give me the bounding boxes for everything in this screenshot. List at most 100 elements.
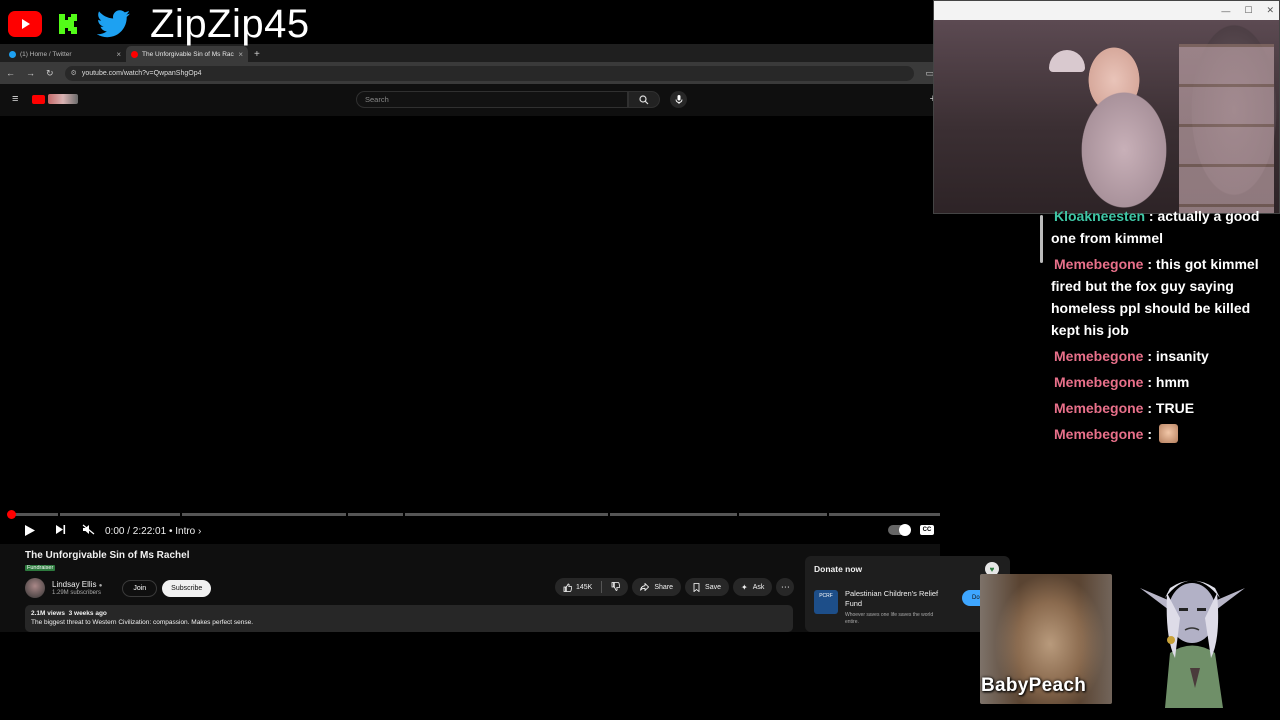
chat-message: Memebegone : hmm: [1051, 371, 1280, 393]
like-button[interactable]: 145K: [563, 583, 592, 592]
join-button[interactable]: Join: [122, 579, 158, 597]
cc-icon: CC: [920, 525, 934, 535]
channel-name[interactable]: Lindsay Ellis ●: [52, 580, 102, 589]
video-actions: 145K Share Save ✦ Ask ⋯: [555, 578, 795, 596]
progress-bar[interactable]: [7, 510, 940, 519]
timecode: 0:00 / 2:22:01: [105, 526, 167, 537]
webcam-feed: — ☐ ✕: [933, 0, 1280, 214]
tab-strip: (1) Home / Twitter × The Unforgivable Si…: [0, 44, 940, 62]
maximize-icon[interactable]: ☐: [1244, 5, 1252, 16]
charity-name[interactable]: Palestinian Children's Relief Fund: [845, 589, 957, 608]
save-button[interactable]: Save: [685, 578, 730, 596]
donate-title: Donate now: [814, 564, 863, 574]
chapter-divider: [737, 513, 739, 516]
tab-youtube[interactable]: The Unforgivable Sin of Ms Rac ×: [126, 46, 248, 62]
tab-twitter[interactable]: (1) Home / Twitter ×: [4, 46, 126, 62]
youtube-icon: [32, 94, 46, 104]
like-count: 145K: [576, 583, 593, 591]
dislike-button[interactable]: [611, 581, 621, 593]
pcrf-logo: PCRF: [814, 590, 838, 614]
subscribe-button[interactable]: Subscribe: [162, 579, 212, 597]
youtube-icon: [131, 50, 138, 58]
muted-speaker-icon: [82, 524, 95, 535]
share-button[interactable]: Share: [632, 578, 682, 596]
share-icon: [640, 583, 650, 591]
forward-icon[interactable]: →: [26, 68, 35, 78]
browser-window: (1) Home / Twitter × The Unforgivable Si…: [0, 44, 940, 632]
chat-scrollbar[interactable]: [1040, 215, 1043, 263]
chevron-right-icon[interactable]: ›: [198, 526, 201, 537]
more-options-button[interactable]: ⋯: [776, 578, 795, 596]
youtube-icon: [8, 11, 42, 37]
vtuber-elf-avatar: [1140, 580, 1245, 708]
close-icon[interactable]: ×: [116, 50, 121, 59]
chat-text: TRUE: [1155, 400, 1195, 416]
autoplay-toggle[interactable]: [888, 524, 911, 536]
youtube-logo[interactable]: [32, 94, 79, 104]
chat-message: Memebegone :: [1051, 423, 1280, 445]
chapter-divider: [58, 513, 60, 516]
like-dislike-group: 145K: [555, 578, 629, 596]
subscriber-count: 1.29M subscribers: [52, 590, 102, 596]
mute-button[interactable]: [82, 524, 95, 535]
chat-username: Kloakneesten: [1054, 208, 1146, 224]
microphone-button[interactable]: [670, 91, 687, 108]
next-button[interactable]: [55, 524, 66, 535]
thumbs-up-icon: [563, 583, 572, 592]
close-icon[interactable]: ✕: [1266, 5, 1274, 16]
sparkle-icon: ✦: [741, 582, 748, 592]
twitter-icon: [9, 50, 16, 58]
description-text: The biggest threat to Western Civilizati…: [31, 619, 254, 626]
chat-message: Memebegone : this got kimmel fired but t…: [1051, 256, 1259, 338]
view-count: 2.1M views: [31, 610, 65, 617]
cloud-lamp: [1049, 50, 1085, 72]
menu-icon[interactable]: ≡: [12, 93, 18, 105]
tab-label: (1) Home / Twitter: [20, 50, 72, 58]
bookmark-icon: [693, 582, 700, 592]
streamer-handle: ZipZip45: [150, 1, 310, 46]
chapter-divider: [346, 513, 348, 516]
search-input[interactable]: Search: [356, 91, 628, 108]
reload-icon[interactable]: ↻: [46, 68, 54, 79]
social-overlay: ZipZip45: [8, 1, 310, 46]
address-bar-row: ← → ↻ ⚙ youtube.com/watch?v=QwpanShgOp4 …: [0, 62, 940, 84]
chat-message: Memebegone : TRUE: [1051, 397, 1280, 419]
chat-message: Memebegone : insanity: [1051, 345, 1280, 367]
ask-button[interactable]: ✦ Ask: [733, 578, 773, 596]
tab-label: The Unforgivable Sin of Ms Rac: [142, 50, 234, 58]
chat-emote: [1158, 424, 1178, 443]
chat-text: insanity: [1155, 348, 1209, 364]
chat-username: Memebegone: [1054, 348, 1144, 364]
chapter-label[interactable]: Intro: [175, 526, 195, 537]
close-icon[interactable]: ×: [238, 50, 243, 59]
scrubber-handle[interactable]: [7, 510, 16, 519]
back-icon[interactable]: ←: [6, 68, 15, 78]
chat-text: hmm: [1155, 374, 1190, 390]
search-icon: [639, 94, 649, 104]
fundraiser-badge[interactable]: Fundraiser: [25, 565, 56, 571]
description-meta: 2.1M views 3 weeks ago: [31, 610, 787, 617]
chat-username: Memebegone: [1054, 400, 1144, 416]
chapter-divider: [608, 513, 610, 516]
url-field[interactable]: ⚙ youtube.com/watch?v=QwpanShgOp4: [64, 65, 915, 81]
site-info-icon[interactable]: ⚙: [71, 69, 77, 77]
player-controls: 0:00 / 2:22:01 • Intro › CC ⚙ HD: [0, 520, 940, 542]
video-player[interactable]: 0:00 / 2:22:01 • Intro › CC ⚙ HD: [0, 116, 940, 544]
search-placeholder: Search: [365, 95, 389, 104]
time-display: 0:00 / 2:22:01 • Intro ›: [105, 526, 202, 537]
description-box[interactable]: 2.1M views 3 weeks ago The biggest threa…: [25, 605, 793, 632]
chat-username: Memebegone: [1054, 426, 1144, 442]
play-button[interactable]: [24, 524, 36, 537]
search-button[interactable]: [628, 91, 660, 108]
charity-tagline: Whoever saves one life saves the world e…: [845, 612, 934, 625]
upload-age: 3 weeks ago: [68, 610, 107, 617]
webcam-image: [934, 20, 1279, 213]
channel-info: Lindsay Ellis ● 1.29M subscribers: [52, 580, 102, 596]
captions-button[interactable]: CC: [920, 525, 934, 535]
chat-message: Kloakneesten : actually a good one from …: [1051, 208, 1260, 246]
next-icon: [56, 525, 66, 534]
channel-row: Lindsay Ellis ● 1.29M subscribers Join S…: [25, 577, 212, 599]
channel-avatar[interactable]: [25, 578, 45, 598]
new-tab-button[interactable]: +: [248, 49, 266, 62]
minimize-icon[interactable]: —: [1221, 6, 1230, 16]
